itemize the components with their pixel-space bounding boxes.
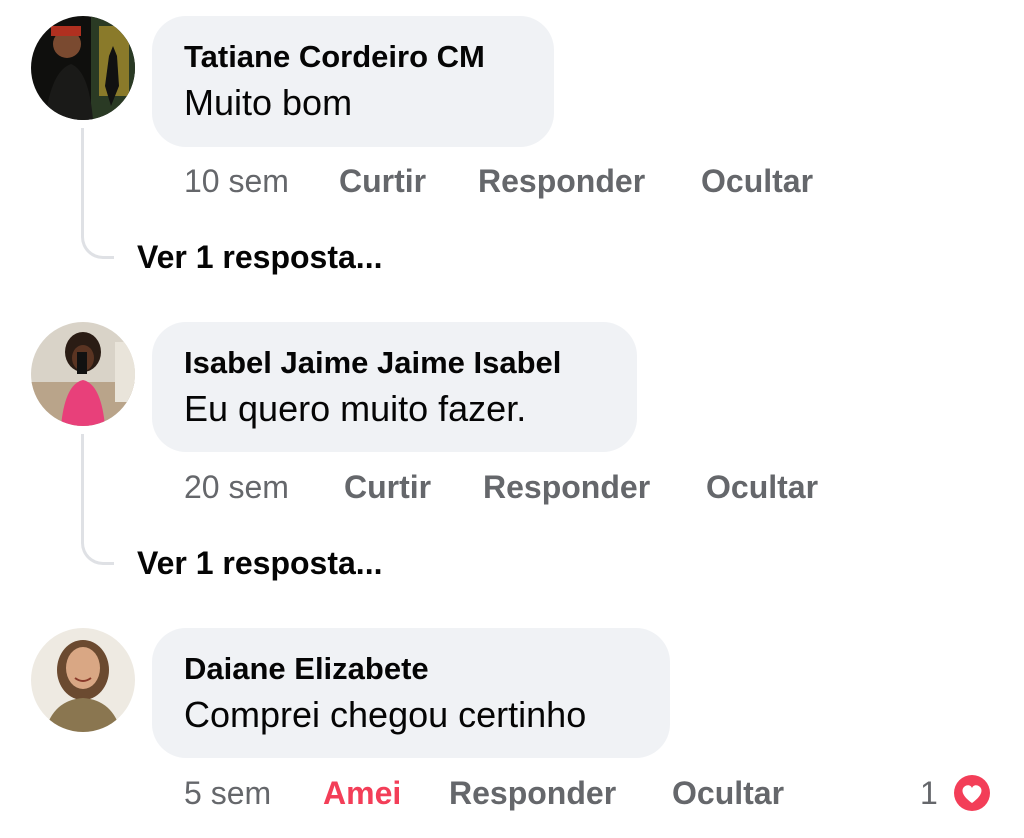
- comment-author[interactable]: Daiane Elizabete: [184, 650, 638, 688]
- comment-text: Muito bom: [184, 82, 353, 123]
- reply-button[interactable]: Responder: [483, 467, 650, 507]
- comment-text: Eu quero muito fazer.: [184, 388, 527, 429]
- comment-text: Comprei chegou certinho: [184, 694, 587, 735]
- view-replies-link[interactable]: Ver 1 resposta...: [137, 543, 382, 583]
- hide-button[interactable]: Ocultar: [706, 467, 818, 507]
- avatar[interactable]: [31, 322, 135, 426]
- view-replies-link[interactable]: Ver 1 resposta...: [137, 237, 382, 277]
- comment-bubble: Tatiane Cordeiro CM Muito bom: [152, 16, 554, 147]
- avatar[interactable]: [31, 628, 135, 732]
- hide-button[interactable]: Ocultar: [672, 773, 784, 813]
- reaction-count[interactable]: 1: [920, 773, 938, 813]
- comment-author[interactable]: Tatiane Cordeiro CM: [184, 38, 522, 76]
- heart-icon[interactable]: [950, 771, 994, 815]
- hide-button[interactable]: Ocultar: [701, 161, 813, 201]
- comment-bubble: Daiane Elizabete Comprei chegou certinho: [152, 628, 670, 758]
- avatar-image: [31, 16, 135, 120]
- love-button[interactable]: Amei: [323, 773, 401, 813]
- avatar-image: [31, 628, 135, 732]
- avatar-image: [31, 322, 135, 426]
- reply-button[interactable]: Responder: [478, 161, 645, 201]
- comment-time[interactable]: 10 sem: [184, 161, 289, 201]
- like-button[interactable]: Curtir: [339, 161, 426, 201]
- comment-time[interactable]: 5 sem: [184, 773, 271, 813]
- comment-time[interactable]: 20 sem: [184, 467, 289, 507]
- thread-connector: [81, 434, 114, 565]
- comment-author[interactable]: Isabel Jaime Jaime Isabel: [184, 344, 605, 382]
- like-button[interactable]: Curtir: [344, 467, 431, 507]
- thread-connector: [81, 128, 114, 259]
- reply-button[interactable]: Responder: [449, 773, 616, 813]
- comment-bubble: Isabel Jaime Jaime Isabel Eu quero muito…: [152, 322, 637, 452]
- avatar[interactable]: [31, 16, 135, 120]
